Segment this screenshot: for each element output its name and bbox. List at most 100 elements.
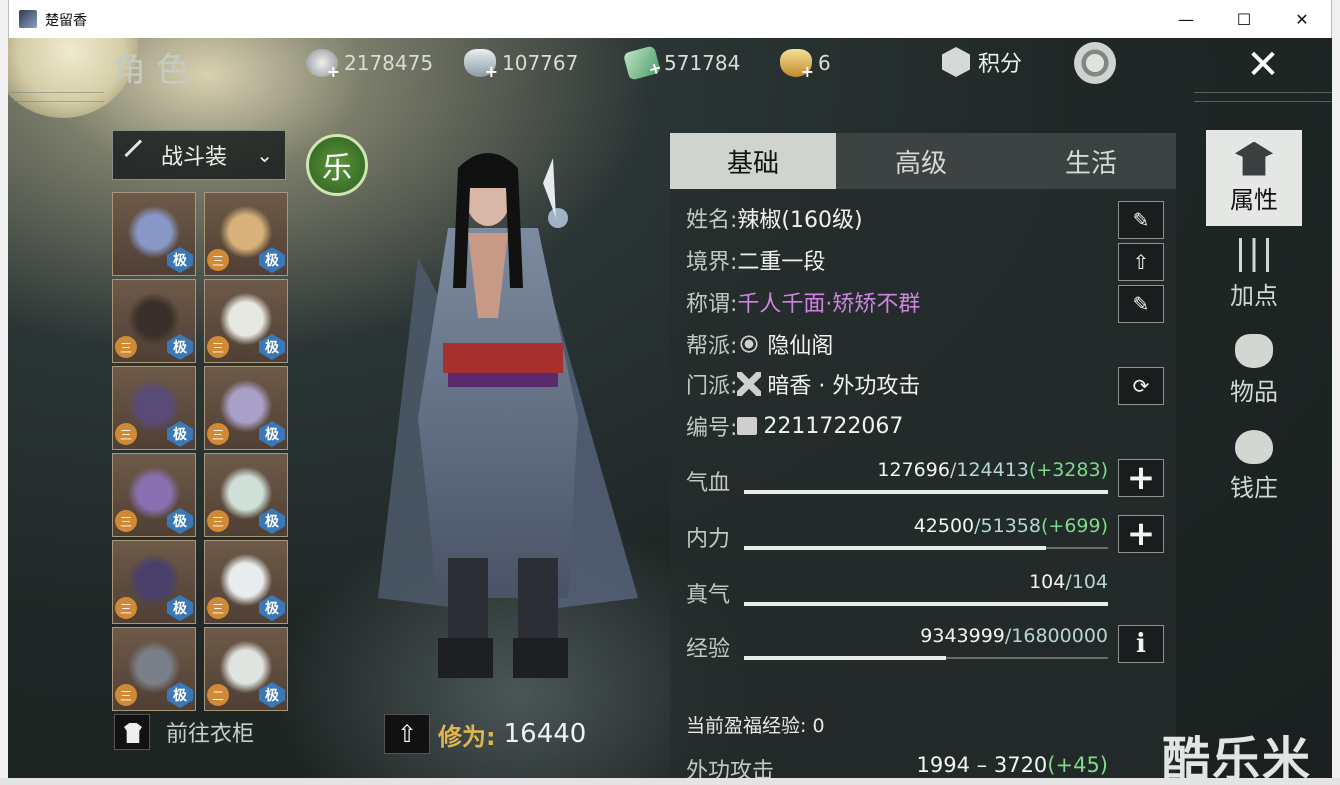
name-value: 辣椒(160级) — [737, 208, 863, 233]
equipment-slot-jade-ring[interactable]: 三极 — [204, 540, 288, 624]
nav-attributes[interactable]: 属性 — [1206, 130, 1302, 226]
enhance-rank-badge: 三 — [207, 510, 229, 532]
stat-value: 9343999/16800000 — [920, 625, 1108, 647]
realm-upgrade-button[interactable]: ⇧ — [1118, 243, 1164, 281]
stat-track — [744, 546, 1108, 550]
stat-row: 内力 42500/51358(+699) — [686, 515, 1114, 553]
tab-basic[interactable]: 基础 — [670, 133, 836, 189]
sword-icon — [124, 139, 156, 171]
stat-track — [744, 602, 1108, 606]
attack-bonus: (+45) — [1047, 753, 1108, 777]
ticket-icon — [622, 45, 662, 81]
character-model[interactable] — [338, 138, 678, 698]
outfit-dropdown[interactable]: 战斗装 ⌄ — [112, 130, 286, 180]
header-ornament-right — [1194, 92, 1332, 102]
bonus-exp-label: 当前盈福经验: — [686, 715, 807, 737]
nav-items[interactable]: 物品 — [1206, 322, 1302, 418]
stat-current: 127696 — [877, 459, 950, 481]
guild-row: 帮派: 隐仙阁 — [686, 327, 833, 361]
stat-label: 真气 — [686, 583, 731, 608]
enhance-rank-badge: 三 — [115, 684, 137, 706]
currency-value: 2178475 — [344, 51, 434, 75]
switch-school-button[interactable]: ⟳ — [1118, 367, 1164, 405]
close-panel-button[interactable]: ✕ — [1234, 40, 1292, 90]
nav-add-points[interactable]: 加点 — [1206, 226, 1302, 322]
equipment-slot-belt-emblem[interactable]: 三极 — [112, 453, 196, 537]
tab-life[interactable]: 生活 — [1006, 133, 1176, 189]
silver-ingot-icon — [464, 49, 498, 81]
realm-row: 境界: 二重一段 — [686, 243, 825, 277]
equipment-slot-jade-pendant[interactable]: 三极 — [204, 279, 288, 363]
stat-track — [744, 656, 1108, 660]
enhance-rank-badge: 三 — [207, 423, 229, 445]
minimize-button[interactable]: — — [1157, 0, 1215, 38]
wardrobe-button[interactable]: 前往衣柜 — [114, 714, 254, 750]
equipment-slot-pants[interactable]: 三极 — [112, 540, 196, 624]
clothing-icon — [114, 714, 150, 750]
page-title: 角色 — [112, 50, 200, 90]
enhance-rank-badge: 三 — [115, 336, 137, 358]
stat-label: 经验 — [686, 637, 731, 662]
stat-fill — [744, 546, 1047, 550]
stat-bonus: (+699) — [1040, 515, 1108, 537]
equipment-slot-armor-chest[interactable]: 三极 — [112, 366, 196, 450]
game-viewport: 角色 2178475 107767 571784 6 积分 ✕ 战斗装 ⌄ 极三… — [8, 38, 1332, 778]
shield-icon — [942, 47, 970, 77]
currency-yuanbao[interactable]: 2178475 — [306, 48, 434, 81]
enhance-rank-badge: 三 — [207, 249, 229, 271]
add-health-button[interactable]: + — [1118, 458, 1164, 498]
currency-gold[interactable]: 6 — [780, 48, 831, 81]
outfit-label: 战斗装 — [161, 145, 228, 170]
title-label: 称谓: — [686, 292, 738, 317]
guild-emblem-icon — [737, 332, 762, 356]
cultivation-label: 修为: — [438, 722, 496, 751]
equipment-slot-head-portrait[interactable]: 三极 — [112, 279, 196, 363]
settings-gear-icon[interactable] — [1074, 42, 1116, 84]
nav-label: 加点 — [1230, 281, 1278, 310]
nav-bank[interactable]: 钱庄 — [1206, 418, 1302, 514]
stat-value: 127696/124413(+3283) — [877, 459, 1108, 481]
scholar-hat-icon — [1235, 141, 1273, 176]
title-value: 千人千面·矫矫不群 — [737, 292, 921, 317]
window-close-button[interactable]: ✕ — [1273, 0, 1331, 38]
score-button[interactable]: 积分 — [942, 46, 1022, 78]
name-label: 姓名: — [686, 208, 738, 233]
chevron-down-icon: ⌄ — [256, 143, 273, 167]
stat-current: 42500 — [913, 515, 975, 537]
cultivation-upgrade-button[interactable]: ⇧ — [384, 714, 430, 754]
currency-silver[interactable]: 107767 — [464, 48, 579, 81]
add-mana-button[interactable]: + — [1118, 514, 1164, 554]
stat-row: 经验 9343999/16800000 — [686, 625, 1114, 663]
nav-label: 钱庄 — [1230, 473, 1278, 502]
cultivation-display: ⇧ 修为: 16440 — [384, 714, 586, 754]
attribute-panel: 基础 高级 生活 姓名: 辣椒(160级) ✎ 境界: 二重一段 ⇧ 称谓: 千… — [670, 133, 1176, 778]
school-row: 门派: 暗香 · 外功攻击 — [686, 367, 920, 401]
currency-value: 571784 — [664, 51, 741, 75]
id-label: 编号: — [686, 416, 738, 441]
currency-value: 107767 — [502, 51, 579, 75]
bonus-exp-value: 0 — [812, 715, 825, 737]
attack-value-group: 1994 – 3720(+45) — [917, 753, 1108, 777]
realm-label: 境界: — [686, 250, 738, 275]
equipment-slot-shoulder-guard[interactable]: 三极 — [204, 366, 288, 450]
wardrobe-label: 前往衣柜 — [166, 722, 255, 747]
cultivation-value: 16440 — [503, 719, 587, 749]
stat-max: /51358 — [974, 515, 1041, 537]
equipment-slot-weapon-fan[interactable]: 三极 — [204, 192, 288, 276]
edit-title-button[interactable]: ✎ — [1118, 285, 1164, 323]
enhance-rank-badge: 三 — [115, 423, 137, 445]
maximize-button[interactable]: ☐ — [1215, 0, 1273, 38]
edit-name-button[interactable]: ✎ — [1118, 201, 1164, 239]
bonus-exp-row: 当前盈福经验: 0 — [686, 711, 825, 738]
window-titlebar: 楚留香 — ☐ ✕ — [8, 0, 1332, 38]
equipment-slot-boots[interactable]: 三极 — [112, 627, 196, 711]
currency-ticket[interactable]: 571784 — [622, 45, 741, 81]
guild-label: 帮派: — [686, 334, 738, 359]
equipment-slot-jade-amulet[interactable]: 二极 — [204, 627, 288, 711]
equipment-slot-weapon-blade[interactable]: 极 — [112, 192, 196, 276]
header-ornament-left — [8, 92, 104, 102]
equipment-slot-jade-bracelet[interactable]: 三极 — [204, 453, 288, 537]
score-label: 积分 — [978, 52, 1023, 77]
exp-info-button[interactable]: i — [1118, 625, 1164, 663]
tab-advanced[interactable]: 高级 — [836, 133, 1006, 189]
